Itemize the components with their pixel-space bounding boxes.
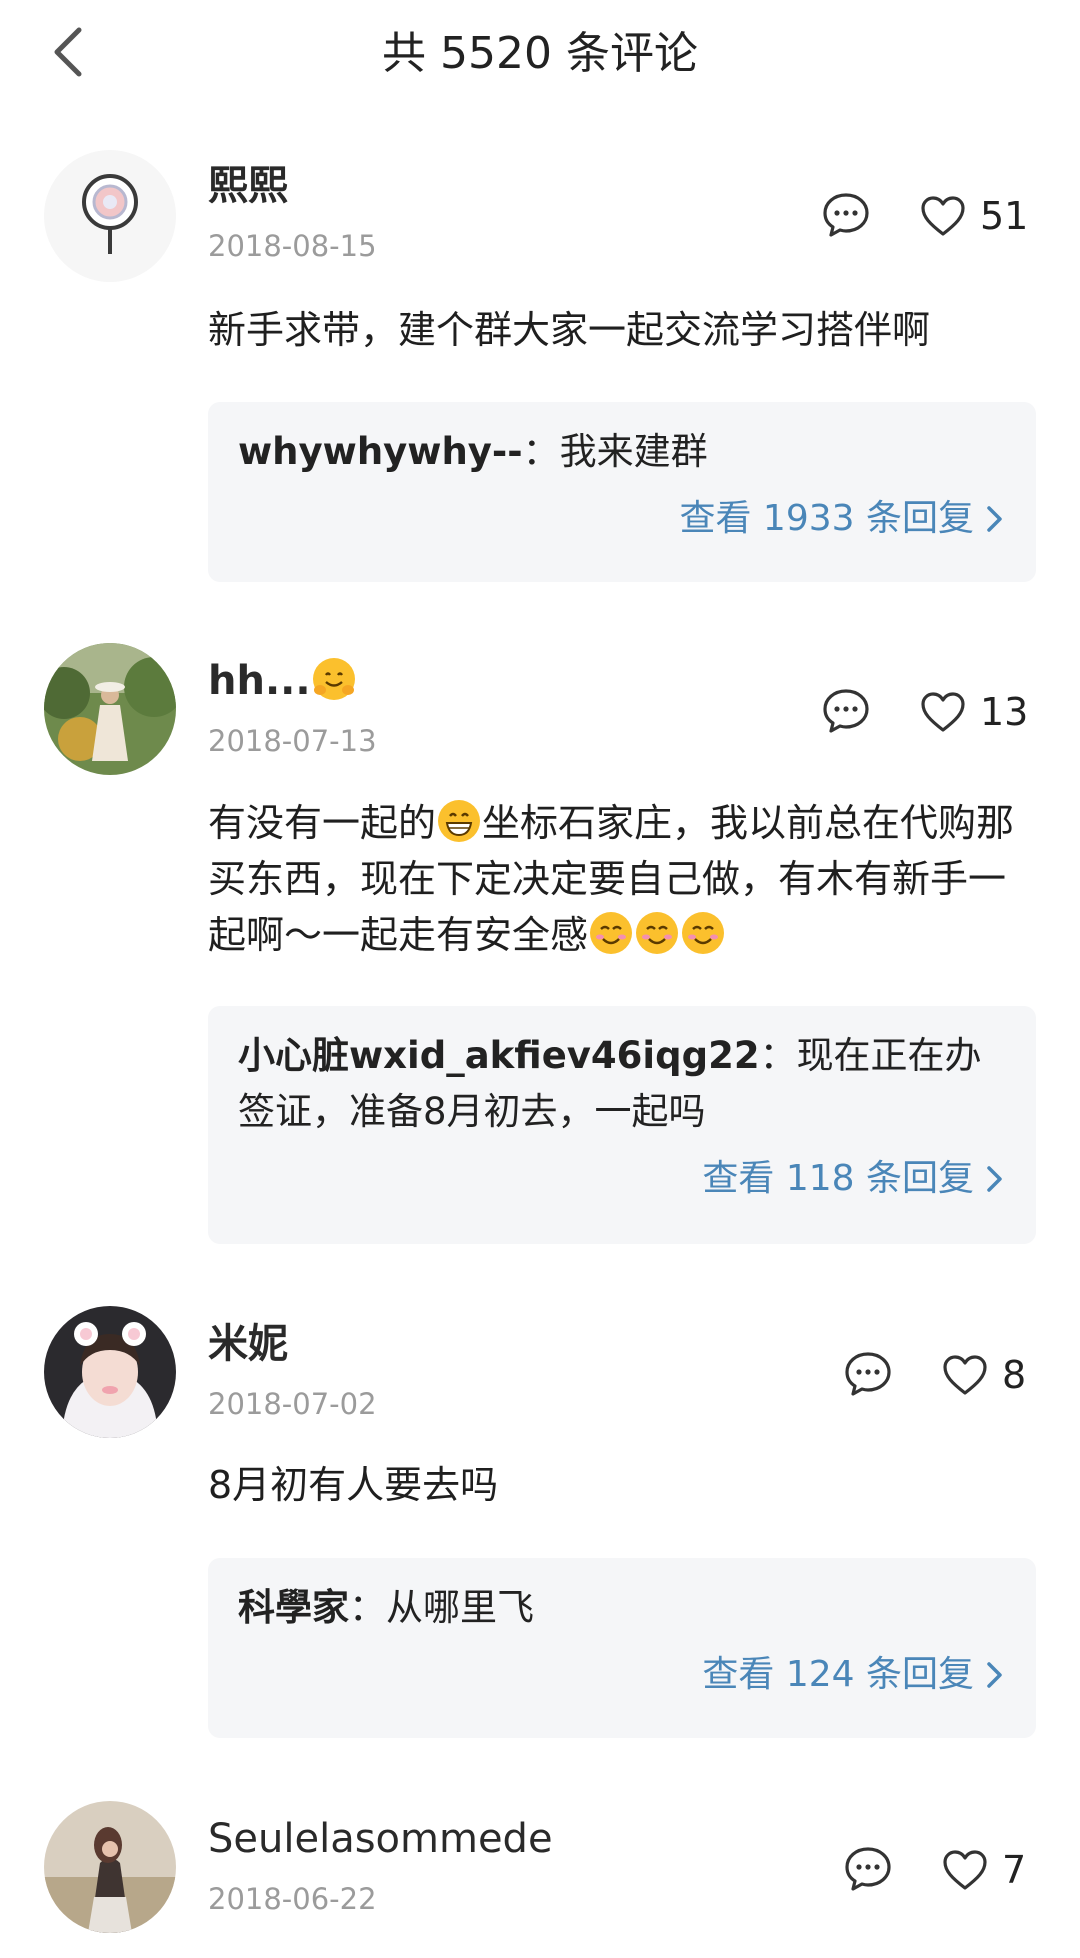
comment-date: 2018-06-22 (208, 1882, 377, 1916)
smiling-face-emoji (590, 912, 633, 954)
comment-text: 新手求带，建个群大家一起交流学习搭伴啊 (208, 308, 931, 352)
reply-text: 从哪里飞 (386, 1586, 534, 1629)
like-count: 51 (980, 194, 1029, 238)
reply-username[interactable]: 小心脏wxid_akfiev46iqg22 (238, 1034, 760, 1077)
hugging-face-emoji (312, 658, 355, 700)
username[interactable]: Seulelasommede (208, 1813, 553, 1865)
avatar[interactable] (44, 150, 176, 282)
username[interactable]: 米妮 (208, 1318, 288, 1370)
reply-button[interactable] (844, 1351, 892, 1397)
like-button[interactable]: 7 (942, 1846, 1026, 1894)
comment-text: 有没有一起的 坐标石家庄，我以前总在代购那买东西，现在下定决定要自己做，有木有新… (208, 795, 1028, 963)
speech-bubble-icon (823, 689, 869, 733)
smiling-face-emoji (636, 912, 679, 954)
view-replies-link[interactable]: 查看 1933 条回复 (238, 494, 1006, 544)
reply-username[interactable]: whywhywhy-- (238, 430, 523, 473)
reply-button[interactable] (822, 192, 870, 238)
reply-line: 小心脏wxid_akfiev46iqg22：现在正在办签证，准备8月初去，一起吗 (238, 1034, 982, 1133)
avatar[interactable] (44, 1801, 176, 1933)
reply-line: 科學家：从哪里飞 (238, 1586, 534, 1629)
reply-username[interactable]: 科學家 (238, 1586, 349, 1629)
avatar[interactable] (44, 1306, 176, 1438)
like-count: 7 (1002, 1848, 1027, 1892)
view-replies-link[interactable]: 查看 118 条回复 (238, 1154, 1006, 1204)
username[interactable]: hh... (208, 655, 357, 707)
reply-text: 我来建群 (559, 430, 708, 473)
comment-date: 2018-07-02 (208, 1387, 377, 1421)
speech-bubble-icon (845, 1847, 891, 1891)
like-button[interactable]: 13 (920, 688, 1028, 736)
smiling-face-emoji (682, 912, 725, 954)
grinning-face-emoji (438, 800, 481, 842)
view-replies-link[interactable]: 查看 124 条回复 (238, 1650, 1006, 1700)
chevron-right-icon (987, 506, 1002, 532)
reply-preview[interactable]: whywhywhy--：我来建群 查看 1933 条回复 (208, 402, 1036, 582)
heart-outline-icon (921, 196, 965, 236)
like-button[interactable]: 51 (920, 192, 1028, 240)
like-button[interactable]: 8 (942, 1351, 1026, 1399)
like-count: 13 (980, 690, 1029, 734)
comment-date: 2018-08-15 (208, 229, 377, 263)
speech-bubble-icon (845, 1352, 891, 1396)
comment-date: 2018-07-13 (208, 724, 377, 758)
reply-preview[interactable]: 科學家：从哪里飞 查看 124 条回复 (208, 1558, 1036, 1738)
speech-bubble-icon (823, 193, 869, 237)
reply-preview[interactable]: 小心脏wxid_akfiev46iqg22：现在正在办签证，准备8月初去，一起吗… (208, 1006, 1036, 1244)
heart-outline-icon (921, 692, 965, 732)
heart-outline-icon (943, 1850, 987, 1890)
reply-button[interactable] (844, 1846, 892, 1892)
reply-line: whywhywhy--：我来建群 (238, 430, 708, 473)
username[interactable]: 熙熙 (208, 160, 288, 212)
page-title: 共 5520 条评论 (382, 28, 698, 79)
chevron-right-icon (987, 1166, 1002, 1192)
reply-button[interactable] (822, 688, 870, 734)
top-bar: 共 5520 条评论 (0, 0, 1080, 110)
avatar[interactable] (44, 643, 176, 775)
like-count: 8 (1002, 1353, 1027, 1397)
comment-text: 8月初有人要去吗 (208, 1463, 499, 1507)
chevron-right-icon (987, 1662, 1002, 1688)
heart-outline-icon (943, 1355, 987, 1395)
